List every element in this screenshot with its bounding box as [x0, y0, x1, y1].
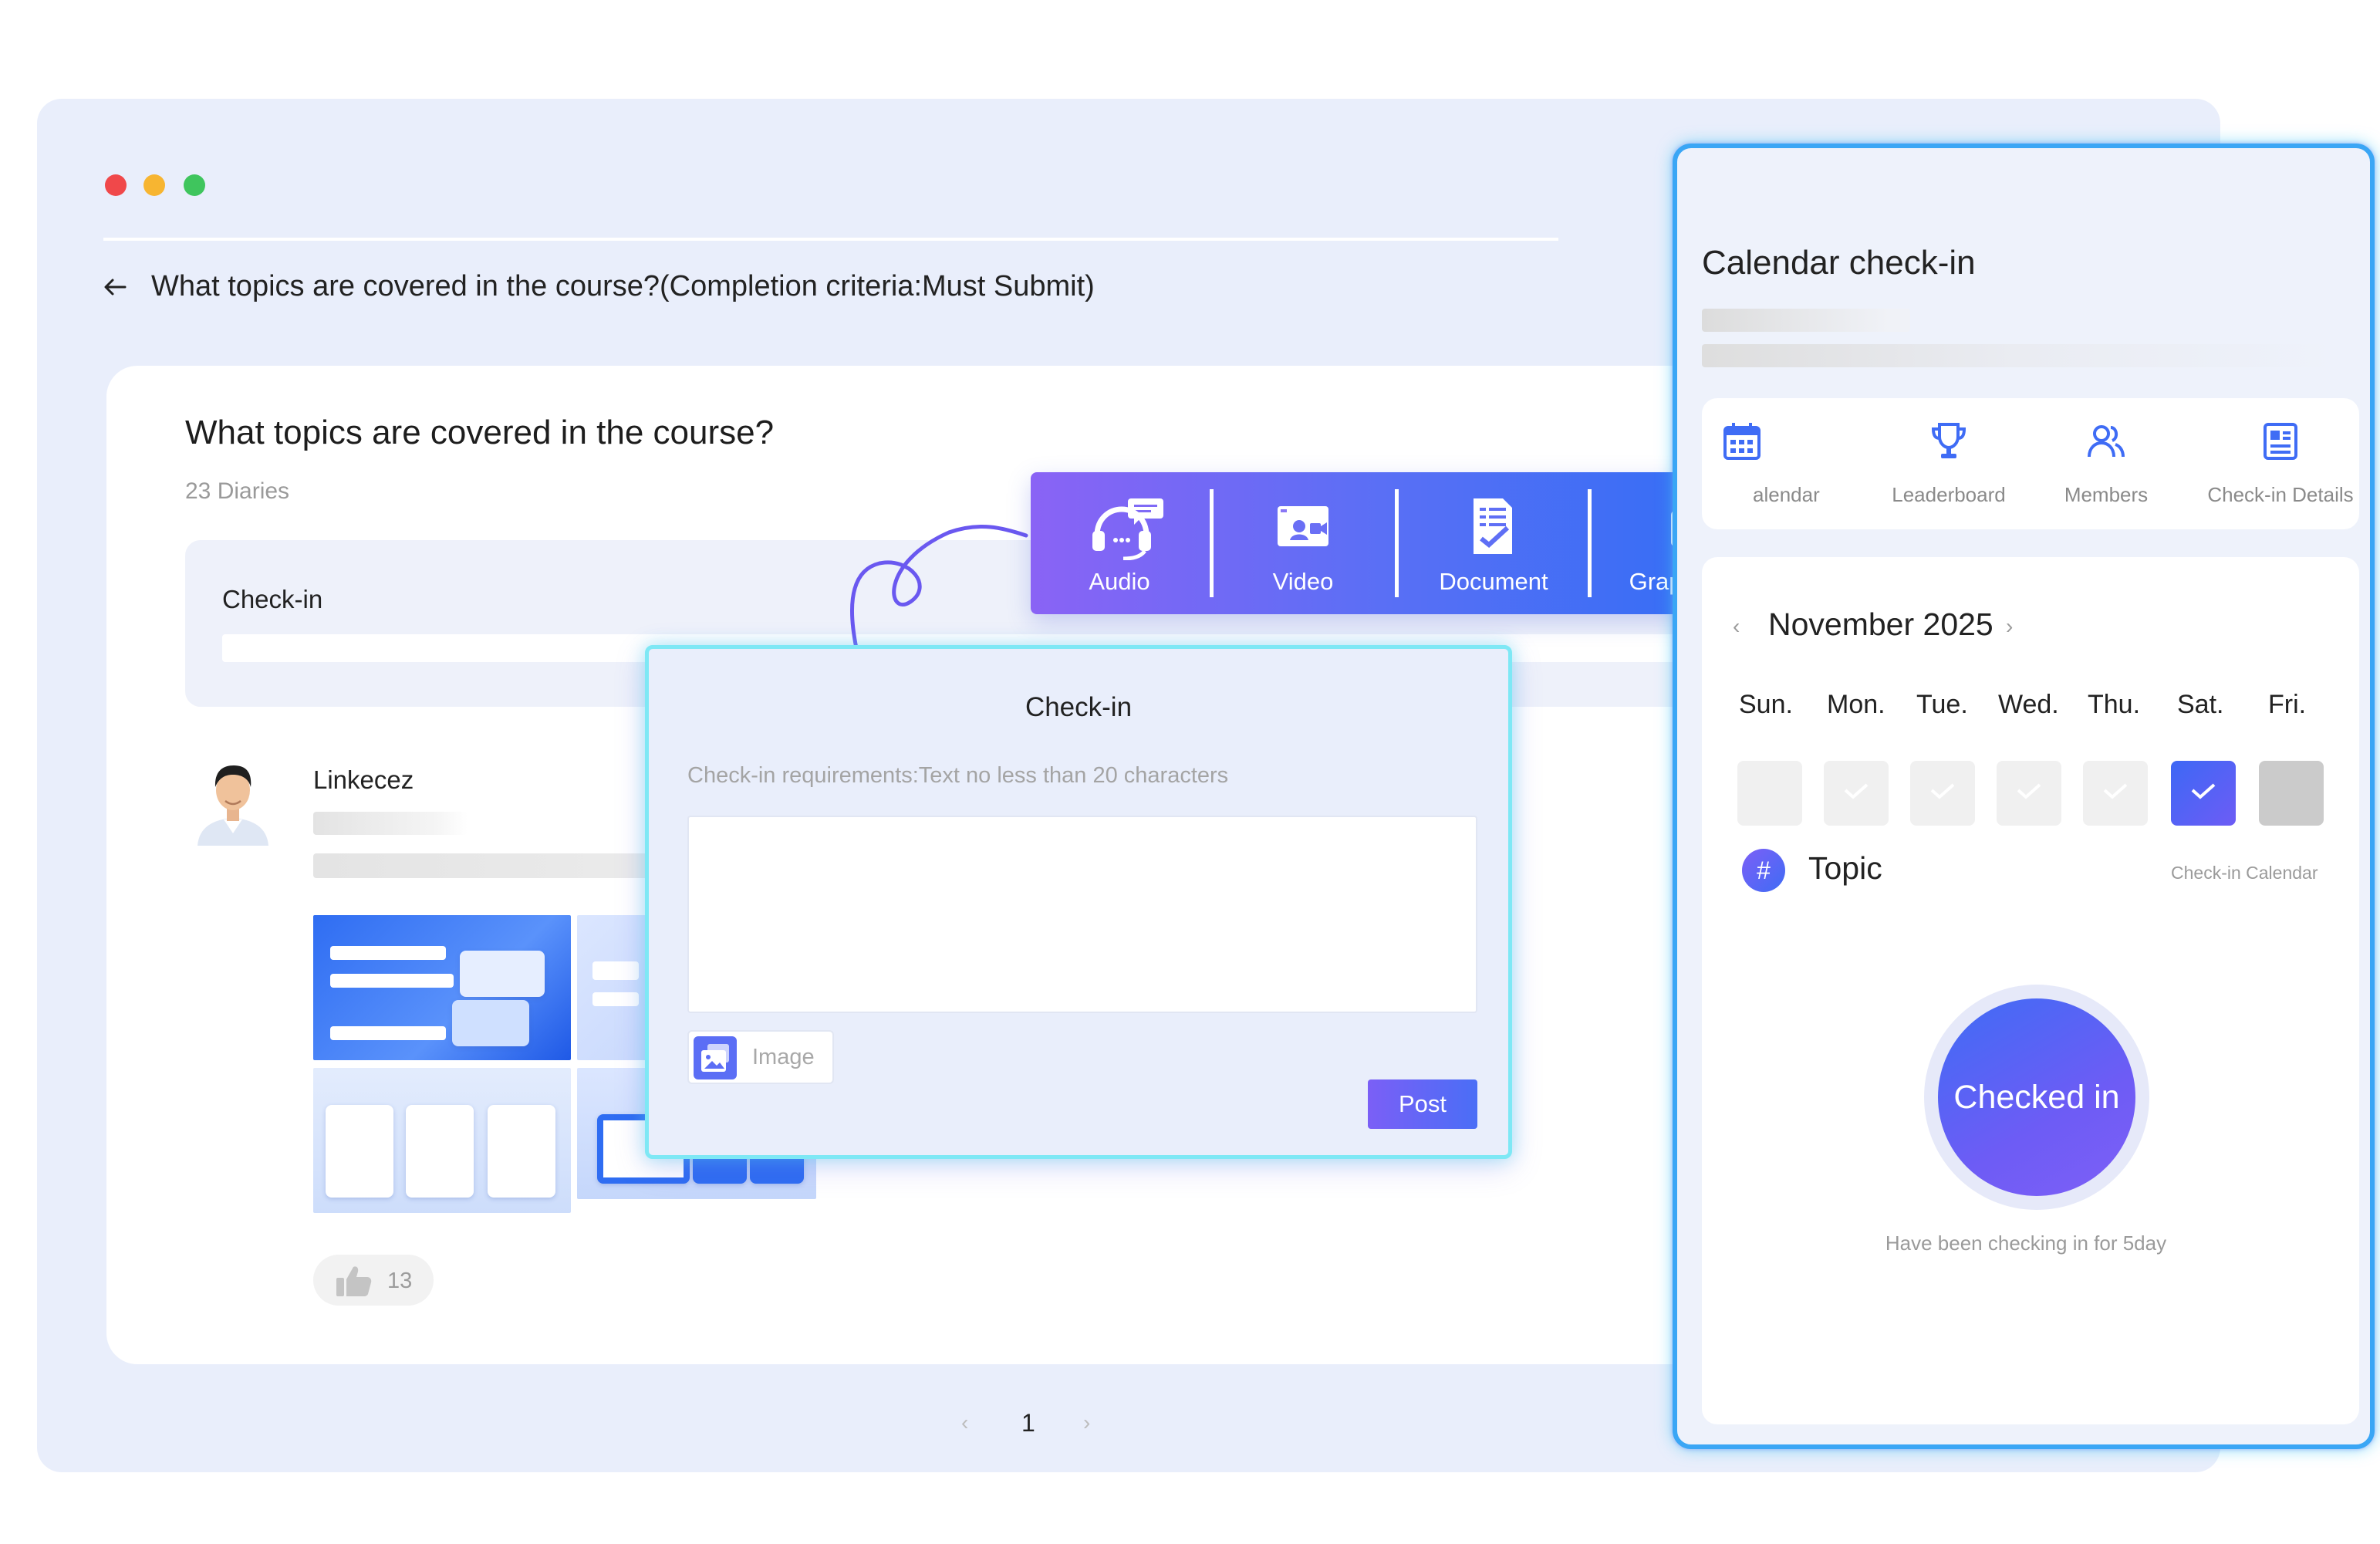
calendar-day-cell-future[interactable] [2259, 761, 2324, 826]
tab-leaderboard-label: Leaderboard [1892, 483, 2006, 506]
calendar-checkin-panel: Calendar check-in alendar Leaderboard Me… [1673, 144, 2375, 1449]
header-divider [103, 238, 1558, 241]
toolbar-separator [1588, 489, 1592, 597]
hashtag-icon: # [1742, 849, 1785, 892]
checkin-text-input[interactable] [687, 816, 1477, 1013]
text-placeholder-short [1702, 309, 1910, 332]
calendar-day-cell-checked[interactable] [1824, 761, 1889, 826]
check-icon [1930, 783, 1955, 799]
streak-text: Have been checking in for 5day [1885, 1231, 2167, 1255]
toolbar-video-button[interactable]: Video [1214, 472, 1392, 614]
weekday-label: Sun. [1739, 690, 1793, 719]
weekday-label: Thu. [2088, 690, 2141, 719]
checked-in-button[interactable]: Checked in [1938, 998, 2135, 1196]
pagination-next[interactable]: › [1083, 1411, 1090, 1435]
checkin-box-label: Check-in [222, 585, 323, 613]
text-placeholder-short [313, 812, 468, 835]
checkin-calendar-link[interactable]: Check-in Calendar [2171, 863, 2318, 883]
calendar-tab-bar: alendar Leaderboard Members Check-in Det… [1702, 398, 2359, 529]
month-prev-button[interactable]: ‹ [1733, 614, 1740, 639]
month-next-button[interactable]: › [2006, 614, 2013, 639]
toolbar-separator [1395, 489, 1399, 597]
like-count: 13 [387, 1269, 413, 1293]
back-arrow-icon[interactable] [102, 272, 130, 302]
check-icon [2017, 783, 2041, 799]
question-title: What topics are covered in the course? [185, 414, 775, 451]
tab-leaderboard[interactable]: Leaderboard [1892, 398, 2006, 529]
text-placeholder-long [1702, 344, 2334, 367]
tab-members[interactable]: Members [2060, 398, 2152, 529]
avatar[interactable] [190, 753, 276, 846]
toolbar-video-label: Video [1272, 568, 1334, 595]
calendar-day-cell[interactable] [1737, 761, 1802, 826]
toolbar-separator [1210, 489, 1214, 597]
toolbar-audio-label: Audio [1089, 568, 1150, 595]
weekday-label: Fri. [2268, 690, 2307, 719]
like-button[interactable] [313, 1255, 434, 1306]
check-icon [2191, 783, 2216, 799]
headset-icon [1092, 498, 1163, 560]
page-heading: What topics are covered in the course?(C… [151, 270, 1095, 302]
tab-calendar-label: alendar [1753, 483, 1820, 506]
thumbs-up-icon[interactable] [335, 1264, 373, 1298]
weekday-label: Sat. [2177, 690, 2224, 719]
thumbnail-image[interactable] [313, 915, 571, 1060]
dialog-title: Check-in [1025, 692, 1133, 722]
calendar-title: Calendar check-in [1702, 244, 1976, 282]
members-icon [2088, 425, 2125, 458]
weekday-label: Tue. [1916, 690, 1968, 719]
weekday-label: Mon. [1827, 690, 1885, 719]
tab-checkin-details[interactable]: Check-in Details [2207, 398, 2354, 529]
image-upload-label: Image [752, 1045, 815, 1069]
trophy-icon [1931, 423, 1966, 458]
image-icon [694, 1036, 737, 1079]
window-minimize-dot[interactable] [143, 174, 165, 196]
window-maximize-dot[interactable] [184, 174, 205, 196]
checkin-dialog: Check-in Check-in requirements:Text no l… [645, 645, 1512, 1159]
pagination-current-page[interactable]: 1 [1021, 1409, 1035, 1438]
window-close-dot[interactable] [105, 174, 127, 196]
user-name[interactable]: Linkecez [313, 765, 414, 795]
calendar-day-cell-checked[interactable] [2083, 761, 2148, 826]
check-icon [2103, 783, 2128, 799]
toolbar-audio-button[interactable]: Audio [1031, 472, 1208, 614]
calendar-icon [1723, 423, 1761, 460]
tab-members-label: Members [2064, 483, 2149, 506]
weekday-label: Wed. [1998, 690, 2059, 719]
calendar-day-cell-checked[interactable] [1997, 761, 2061, 826]
tab-calendar[interactable]: alendar [1702, 398, 1820, 529]
toolbar-document-button[interactable]: Document [1399, 472, 1588, 614]
tab-checkin-details-label: Check-in Details [2207, 483, 2354, 506]
image-upload-button[interactable]: Image [687, 1030, 834, 1084]
diaries-count: 23 Diaries [185, 478, 290, 504]
month-label: November 2025 [1768, 606, 1993, 642]
calendar-day-cell-checked[interactable] [1910, 761, 1975, 826]
details-icon [2264, 423, 2297, 460]
check-icon [1844, 783, 1869, 799]
document-icon [1474, 498, 1512, 554]
post-button[interactable]: Post [1368, 1079, 1477, 1129]
toolbar-document-label: Document [1439, 568, 1548, 595]
connector-curve [849, 524, 1028, 650]
video-icon [1278, 506, 1328, 546]
calendar-day-cell-today[interactable] [2171, 761, 2236, 826]
thumbnail-image[interactable] [313, 1068, 571, 1213]
pagination-prev[interactable]: ‹ [961, 1411, 968, 1435]
checkin-requirement-text: Check-in requirements:Text no less than … [687, 763, 1229, 788]
topic-label[interactable]: Topic [1808, 850, 1882, 887]
